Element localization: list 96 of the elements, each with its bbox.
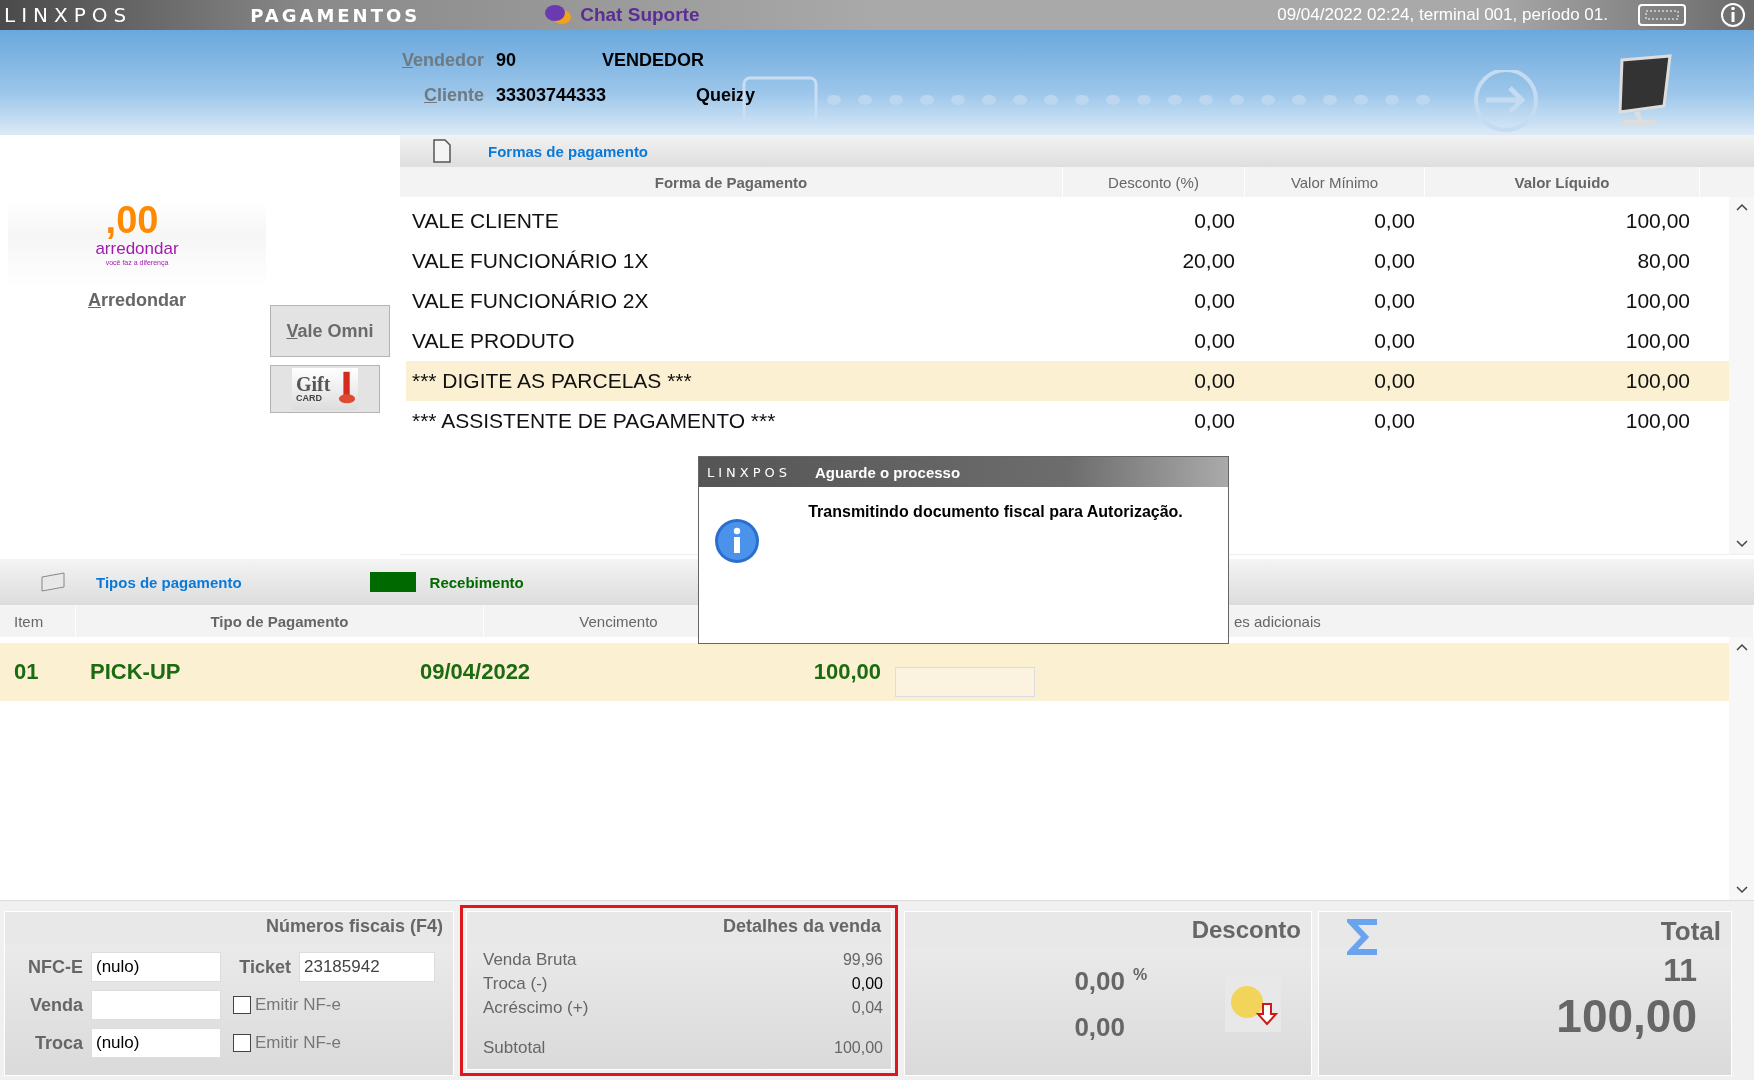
discount-amount: 0,00 [1073,1011,1125,1043]
total-amount: 100,00 [1556,989,1697,1043]
table-cell-text: 09/04/2022 [419,659,532,685]
troca-field[interactable]: (nulo) [91,1028,221,1058]
scrollbar[interactable] [1729,197,1754,554]
table-cell-text: 20,00 [1181,249,1236,273]
table-cell-text: 100,00 [1624,369,1691,393]
table-cell-text: 01 [13,659,40,685]
logo-brand: arredondar [95,239,179,259]
detail-value: 0,04 [851,999,883,1017]
detail-value: 100,00 [834,1039,883,1057]
table-cell-text: 0,00 [1373,289,1416,313]
table-cell-text: 100,00 [1624,209,1691,233]
payment-type-row[interactable]: 01 PICK-UP 09/04/2022 100,00 [0,643,1729,701]
table-cell-text: 0,00 [1373,249,1416,273]
table-cell-text: 0,00 [1193,369,1236,393]
scroll-down-icon [1735,886,1748,894]
status-text: 09/04/2022 02:24, terminal 001, período 01. [1277,5,1608,25]
gift-card-button[interactable]: Gift CARD [270,365,380,413]
venda-label: Venda [28,994,84,1016]
legend-label: Recebimento [429,573,524,591]
section-title: Formas de pagamento [488,142,649,160]
payment-form-row[interactable]: *** DIGITE AS PARCELAS *** 0,00 0,00 100,00 [406,361,1729,401]
table-cell-text: 0,00 [1193,209,1236,233]
table-cell-text: VALE FUNCIONÁRIO 1X [411,249,650,273]
payment-form-row[interactable]: VALE FUNCIONÁRIO 1X 20,00 0,00 80,00 [406,241,1729,281]
nfce-label: NFC-E [27,956,84,978]
app-logo: LINXPOS [4,5,133,25]
table-cell-text: *** ASSISTENTE DE PAGAMENTO *** [411,409,777,433]
screen-title: PAGAMENTOS [250,4,421,26]
table-cell-text: VALE CLIENTE [411,209,560,233]
logo-amount: ,00 [105,201,159,239]
scroll-up-icon [1735,643,1748,651]
table-cell-text: PICK-UP [89,659,182,685]
vale-omni-button[interactable]: Vale Omni [270,305,390,357]
ticket-label: Ticket [238,956,292,978]
ticket-field[interactable]: 23185942 [299,952,435,982]
payment-form-row[interactable]: *** ASSISTENTE DE PAGAMENTO *** 0,00 0,00 100,00 [406,401,1729,441]
nfce-field[interactable]: (nulo) [91,952,221,982]
title-number-field[interactable] [895,667,1035,697]
card-icon [40,571,68,593]
cliente-label: Cliente [423,85,485,106]
table-cell-text: 100,00 [1624,329,1691,353]
vendedor-name: VENDEDOR [602,50,704,71]
detail-label: Troca (-) [483,974,548,994]
keyboard-icon[interactable] [1638,3,1686,27]
table-cell-text: 0,00 [1193,329,1236,353]
troca-label: Troca [33,1032,84,1054]
table-cell-text: 0,00 [1373,409,1416,433]
table-cell-text: 0,00 [1193,289,1236,313]
vendedor-code: 90 [496,50,518,71]
table-cell-text: 0,00 [1373,369,1416,393]
scroll-up-icon [1735,203,1748,211]
venda-field[interactable] [91,990,221,1020]
dialog-logo: LINXPOS [707,465,792,479]
table-cell-text: VALE PRODUTO [411,329,576,353]
section-title: Tipos de pagamento [96,573,242,591]
info-icon [713,517,761,565]
payment-form-row[interactable]: VALE FUNCIONÁRIO 2X 0,00 0,00 100,00 [406,281,1729,321]
table-cell-text: 80,00 [1636,249,1691,273]
scrollbar[interactable] [1729,637,1754,900]
info-icon[interactable] [1720,2,1746,28]
payment-form-row[interactable]: VALE PRODUTO 0,00 0,00 100,00 [406,321,1729,361]
table-cell-text: 100,00 [1624,409,1691,433]
detail-value: 0,00 [851,975,883,993]
column-header: Valor Mínimo [1245,167,1425,197]
legend-swatch [369,572,416,592]
dialog-title: Aguarde o processo [815,463,961,481]
table-cell-text: VALE FUNCIONÁRIO 2X [411,289,650,313]
percent-sign: % [1132,966,1149,984]
discount-percent: 0,00 [1073,965,1125,997]
detail-label: Subtotal [483,1038,546,1058]
dialog-message: Transmitindo documento fiscal para Autorização. [807,503,1184,522]
column-header: Valor Líquido [1425,167,1700,197]
document-icon [432,138,452,164]
column-header: Item [0,605,76,637]
table-cell-text: 0,00 [1373,329,1416,353]
scroll-down-icon [1735,540,1748,548]
payment-form-row[interactable]: VALE CLIENTE 0,00 0,00 100,00 [406,201,1729,241]
detail-label: Acréscimo (+) [483,998,589,1018]
vendedor-label: Vendedor [400,50,485,71]
column-header: Tipo de Pagamento [76,605,484,637]
detail-value: 99,96 [842,951,883,969]
table-cell-text: 0,00 [1193,409,1236,433]
table-cell-text: 0,00 [1373,209,1416,233]
cliente-code: 33303744333 [496,85,608,106]
table-cell-text: *** DIGITE AS PARCELAS *** [411,369,693,393]
detail-label: Venda Bruta [483,950,577,970]
chat-bubbles-icon [544,4,573,26]
cliente-name: Queizy [696,85,756,106]
arredondar-link[interactable]: Arredondar [88,290,186,311]
column-header: Desconto (%) [1063,167,1245,197]
table-cell-text: 100,00 [812,659,881,685]
item-count: 11 [1663,952,1697,989]
table-cell-text: 100,00 [1624,289,1691,313]
column-header: Forma de Pagamento [400,167,1063,197]
